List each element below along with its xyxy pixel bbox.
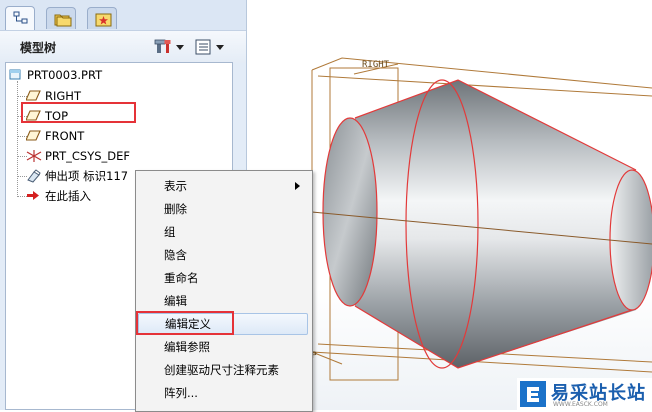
watermark: 易采站长站 WWW.EASCK.COM bbox=[517, 378, 652, 410]
tree-settings-icon bbox=[154, 39, 171, 53]
tree-item-label: FRONT bbox=[45, 129, 85, 143]
tab-model-tree[interactable] bbox=[5, 6, 35, 30]
menu-item-group[interactable]: 组 bbox=[138, 221, 308, 243]
menu-item-label: 重命名 bbox=[164, 271, 199, 285]
chevron-down-icon bbox=[216, 45, 224, 50]
tab-folder-browser[interactable] bbox=[46, 7, 76, 29]
tree-columns-button[interactable] bbox=[194, 37, 226, 57]
datum-plane-icon bbox=[26, 130, 41, 141]
submenu-arrow-icon bbox=[295, 182, 300, 190]
menu-item-edit-references[interactable]: 编辑参照 bbox=[138, 336, 308, 358]
tree-settings-button[interactable] bbox=[154, 37, 186, 57]
tree-item-label: 伸出项 标识117 bbox=[45, 169, 129, 183]
menu-highlight-box bbox=[136, 311, 234, 335]
tree-item-label: PRT_CSYS_DEF bbox=[45, 149, 131, 163]
menu-item-display[interactable]: 表示 bbox=[138, 175, 308, 197]
menu-item-label: 阵列... bbox=[164, 386, 198, 400]
tree-connector bbox=[17, 81, 18, 197]
menu-item-pattern[interactable]: 阵列... bbox=[138, 382, 308, 404]
menu-item-edit[interactable]: 编辑 bbox=[138, 290, 308, 312]
protrusion-icon bbox=[27, 169, 41, 183]
tree-item-label: PRT0003.PRT bbox=[27, 68, 103, 82]
menu-item-label: 编辑 bbox=[164, 294, 187, 308]
menu-item-label: 隐含 bbox=[164, 248, 187, 262]
favorites-icon bbox=[95, 13, 112, 27]
frustum-body bbox=[355, 80, 636, 368]
menu-item-label: 组 bbox=[164, 225, 176, 239]
part-icon bbox=[9, 69, 21, 80]
watermark-subtext: WWW.EASCK.COM bbox=[553, 401, 608, 408]
tree-item-label: 在此插入 bbox=[45, 189, 91, 203]
menu-item-delete[interactable]: 删除 bbox=[138, 198, 308, 220]
feature-highlight-box bbox=[21, 102, 136, 123]
menu-item-create-driving-dimension[interactable]: 创建驱动尺寸注释元素 bbox=[138, 359, 308, 381]
insert-here-arrow-icon bbox=[27, 191, 39, 200]
watermark-logo-icon bbox=[520, 381, 546, 407]
chevron-down-icon bbox=[176, 45, 184, 50]
menu-item-label: 编辑参照 bbox=[164, 340, 210, 354]
tree-columns-icon bbox=[195, 39, 211, 55]
navigator-tabs bbox=[0, 0, 246, 30]
model-tree-header: 模型树 bbox=[0, 30, 246, 63]
menu-item-rename[interactable]: 重命名 bbox=[138, 267, 308, 289]
datum-plane-icon bbox=[26, 90, 41, 101]
context-menu: 表示 删除 组 隐含 重命名 编辑 编辑定义 编辑参照 创建驱动尺寸注释元素 阵… bbox=[135, 170, 313, 412]
tab-favorites[interactable] bbox=[87, 7, 117, 29]
datum-label-right: RIGHT bbox=[362, 60, 390, 70]
menu-item-suppress[interactable]: 隐含 bbox=[138, 244, 308, 266]
folder-browser-icon bbox=[54, 14, 72, 27]
model-tree-icon bbox=[13, 11, 28, 24]
model-tree-title: 模型树 bbox=[20, 41, 57, 55]
menu-item-label: 表示 bbox=[164, 179, 187, 193]
menu-item-label: 删除 bbox=[164, 202, 187, 216]
menu-item-label: 创建驱动尺寸注释元素 bbox=[164, 363, 279, 377]
csys-icon bbox=[26, 150, 42, 162]
